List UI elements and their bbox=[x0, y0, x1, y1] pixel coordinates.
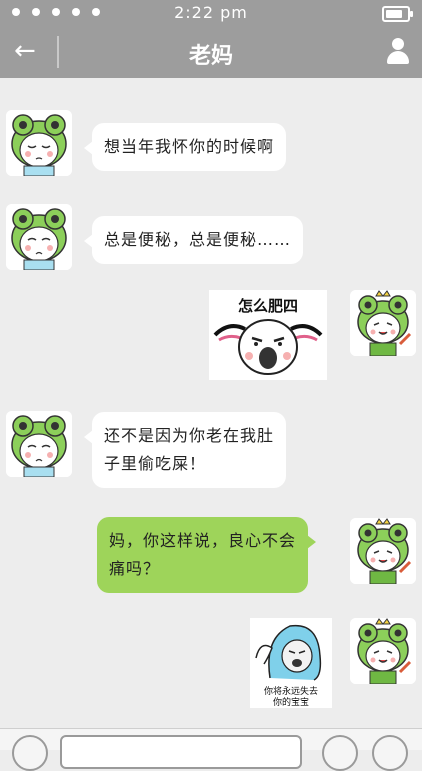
my-avatar[interactable] bbox=[350, 290, 416, 356]
input-bar bbox=[0, 728, 422, 771]
message-text: 痛吗？ bbox=[109, 559, 161, 578]
chat-title: 老妈 bbox=[188, 44, 233, 69]
message-text: 还不是因为你老在我肚 bbox=[104, 426, 275, 445]
chat-area[interactable]: 想当年我怀你的时候啊 总是便秘，总是便秘…… 怎么肥四 还不是因为你老在我肚 子… bbox=[0, 78, 422, 728]
mom-avatar[interactable] bbox=[6, 204, 72, 270]
message-bubble-received[interactable]: 想当年我怀你的时候啊 bbox=[83, 123, 287, 171]
battery-icon bbox=[382, 6, 413, 22]
message-text: 总是便秘，总是便秘…… bbox=[104, 230, 292, 249]
message-text: 想当年我怀你的时候啊 bbox=[104, 137, 275, 156]
voice-icon[interactable] bbox=[12, 735, 48, 771]
message-text: 妈，你这样说，良心不会 bbox=[109, 531, 297, 550]
message-bubble-sent[interactable]: 妈，你这样说，良心不会 痛吗？ bbox=[97, 517, 317, 593]
chat-header: ← 老妈 bbox=[0, 26, 422, 78]
message-bubble-received[interactable]: 还不是因为你老在我肚 子里偷吃屎！ bbox=[83, 412, 287, 488]
status-bar: 2:22 pm bbox=[0, 0, 422, 26]
sticker-message[interactable]: 怎么肥四 bbox=[209, 290, 327, 380]
mom-avatar[interactable] bbox=[6, 110, 72, 176]
my-avatar[interactable] bbox=[350, 618, 416, 684]
sticker-caption: 你的宝宝 bbox=[272, 698, 309, 708]
mom-avatar[interactable] bbox=[6, 411, 72, 477]
meme-face-icon bbox=[213, 319, 323, 375]
plus-icon[interactable] bbox=[372, 735, 408, 771]
my-avatar[interactable] bbox=[350, 518, 416, 584]
message-bubble-received[interactable]: 总是便秘，总是便秘…… bbox=[83, 216, 304, 264]
status-time: 2:22 pm bbox=[174, 3, 248, 22]
sticker-message[interactable]: 你将永远失去 你的宝宝 bbox=[250, 618, 332, 708]
meme-crying-icon bbox=[255, 624, 322, 681]
message-text: 子里偷吃屎！ bbox=[104, 454, 207, 473]
contact-profile-icon[interactable] bbox=[386, 38, 410, 64]
emoji-icon[interactable] bbox=[322, 735, 358, 771]
message-input[interactable] bbox=[60, 735, 302, 769]
